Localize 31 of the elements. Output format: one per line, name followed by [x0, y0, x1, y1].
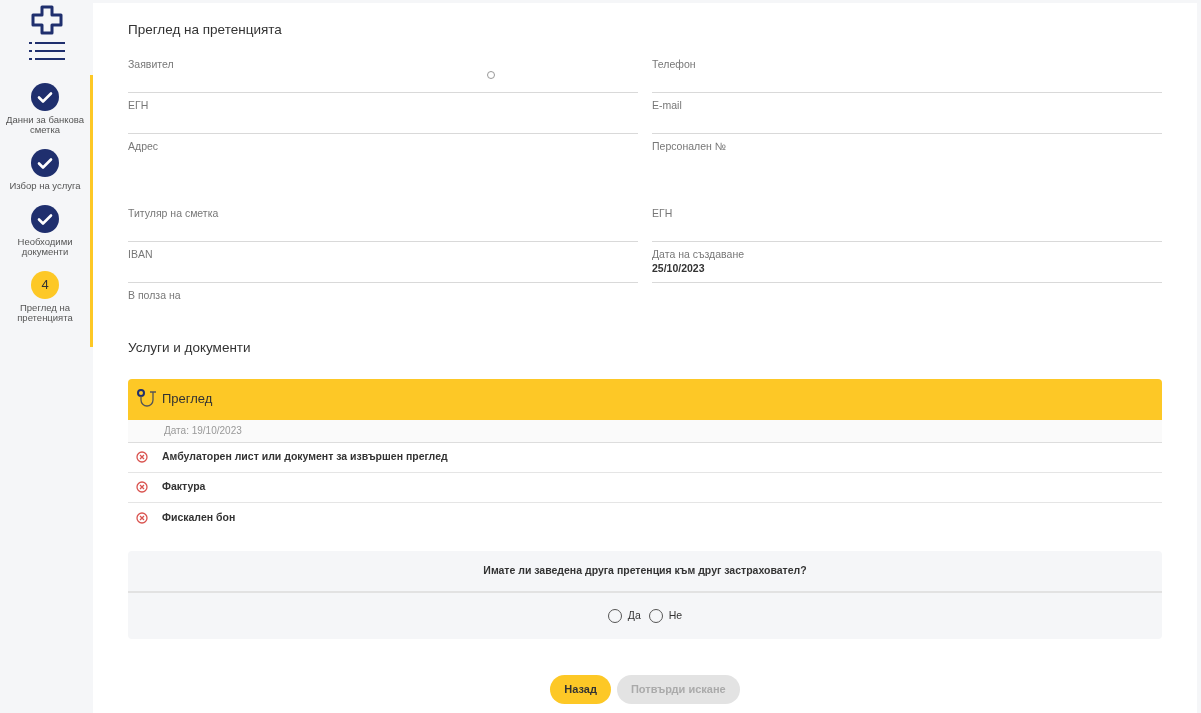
medical-cross-icon	[30, 5, 63, 35]
field-label: ЕГН	[128, 98, 150, 113]
service-name: Преглед	[162, 390, 213, 409]
field-label: Титуляр на сметка	[128, 206, 220, 221]
step-label[interactable]: Избор на услуга	[9, 181, 81, 191]
page-title: Преглед на претенцията	[128, 21, 283, 39]
field-label: Адрес	[128, 139, 160, 154]
field-label: В полза на	[128, 288, 182, 303]
field-label: E-mail	[652, 98, 683, 113]
field-label: ЕГН	[652, 206, 674, 221]
field-label: Заявител	[128, 57, 175, 72]
section-title: Услуги и документи	[128, 339, 252, 358]
document-name: Фискален бон	[162, 509, 236, 525]
step-number: 4	[31, 271, 59, 299]
field-value: 25/10/2023	[652, 261, 706, 276]
stethoscope-icon	[136, 388, 158, 410]
field-label: IBAN	[128, 247, 154, 262]
step-label[interactable]: Данни за банкова сметка	[4, 115, 86, 135]
radio-option[interactable]: Да	[607, 607, 641, 624]
field-label: Телефон	[652, 57, 697, 72]
action-button[interactable]: Назад	[550, 674, 611, 704]
radio-option[interactable]: Не	[648, 607, 683, 624]
step-label[interactable]: Необходими документи	[4, 237, 86, 257]
document-name: Фактура	[162, 479, 206, 495]
service-date: Дата: 19/10/2023	[164, 424, 242, 438]
question-text: Имате ли заведена друга претенция към друг застраховател?	[483, 562, 807, 578]
document-name: Амбулаторен лист или документ за извършен преглед	[162, 449, 448, 465]
field-label: Дата на създаване	[652, 247, 746, 262]
step-label[interactable]: Преглед на претенцията	[4, 303, 86, 323]
menu-icon[interactable]	[28, 41, 65, 61]
field-label: Персонален №	[652, 139, 728, 154]
